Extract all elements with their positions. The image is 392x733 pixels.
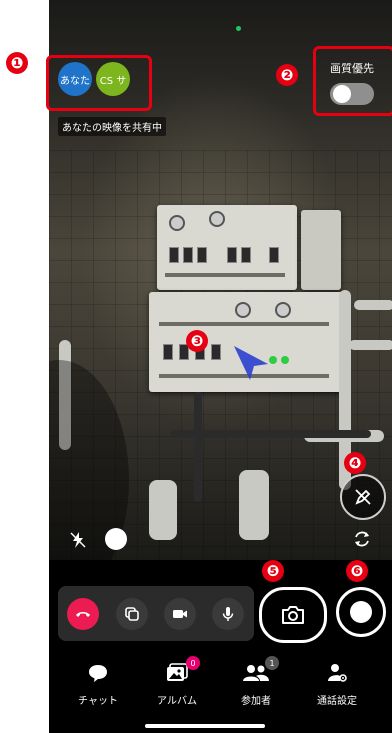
pen-off-icon xyxy=(355,489,371,505)
microphone-icon xyxy=(222,607,234,621)
video-toggle-button[interactable] xyxy=(164,598,196,630)
callout-4: ❹ xyxy=(344,452,366,474)
participant-avatar-cs[interactable]: CS サ xyxy=(96,62,130,96)
equipment-panel-right xyxy=(301,210,341,290)
participant-label: CS サ xyxy=(99,75,127,87)
participant-label: あなた xyxy=(60,75,90,87)
callout-5: ❺ xyxy=(262,560,284,582)
callout-2: ❷ xyxy=(276,64,298,86)
cable xyxy=(194,392,202,502)
pipe xyxy=(349,340,392,350)
camera-icon xyxy=(282,606,304,624)
nav-album[interactable]: 0 アルバム xyxy=(142,656,212,707)
end-call-button[interactable] xyxy=(67,598,99,630)
quality-priority-label: 画質優先 xyxy=(330,62,374,75)
quality-callout-box xyxy=(313,46,392,116)
participant-avatar-you[interactable]: あなた xyxy=(58,62,92,96)
nav-label: 通話設定 xyxy=(317,696,357,707)
nav-label: 参加者 xyxy=(241,696,271,707)
focus-indicator[interactable] xyxy=(105,528,127,550)
callout-6: ❻ xyxy=(346,560,368,582)
nav-label: チャット xyxy=(78,696,118,707)
microphone-toggle-button[interactable] xyxy=(212,598,244,630)
pointer-arrow-icon xyxy=(234,346,268,380)
screen-share-button[interactable] xyxy=(116,598,148,630)
nav-participants[interactable]: 1 参加者 xyxy=(221,656,291,707)
take-photo-button[interactable] xyxy=(259,587,327,643)
video-camera-icon xyxy=(173,610,187,618)
chat-bubble-icon xyxy=(89,665,107,682)
quality-priority-toggle[interactable] xyxy=(330,83,374,105)
sharing-status-label: あなたの映像を共有中 xyxy=(58,117,166,136)
home-indicator xyxy=(145,724,265,728)
call-settings-icon xyxy=(328,664,347,682)
screen-share-icon xyxy=(125,607,139,621)
nav-chat[interactable]: チャット xyxy=(63,660,133,707)
callout-1: ❶ xyxy=(6,52,28,74)
equipment-panel-upper xyxy=(157,205,297,290)
nav-label: アルバム xyxy=(157,696,197,707)
toggle-thumb xyxy=(333,85,351,103)
call-controls-bar xyxy=(58,586,254,641)
flash-off-icon[interactable] xyxy=(68,530,88,550)
status-dot xyxy=(236,26,241,31)
pipe xyxy=(149,480,177,540)
record-icon xyxy=(350,601,372,623)
phone-hangup-icon xyxy=(76,612,90,617)
participants-count-badge: 1 xyxy=(265,656,279,670)
album-count-badge: 0 xyxy=(186,656,200,670)
pipe xyxy=(239,470,269,540)
pipe xyxy=(354,300,392,310)
callout-3: ❸ xyxy=(186,330,208,352)
draw-annotation-button[interactable] xyxy=(340,474,386,520)
nav-call-settings[interactable]: 通話設定 xyxy=(302,660,372,707)
record-button[interactable] xyxy=(336,587,386,637)
switch-camera-icon[interactable] xyxy=(351,528,373,550)
